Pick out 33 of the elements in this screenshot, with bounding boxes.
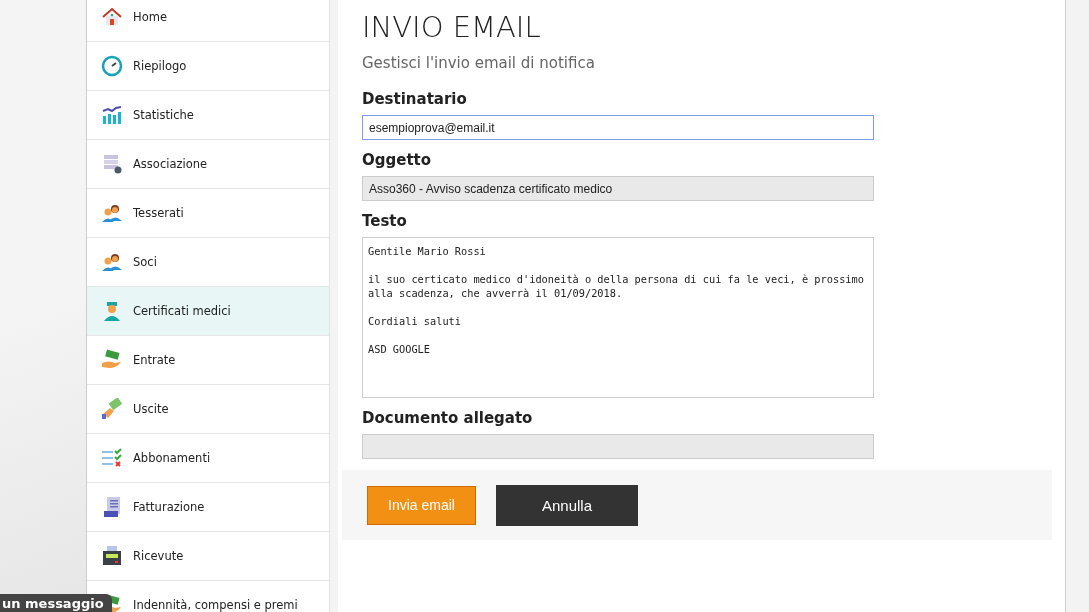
text-field[interactable]: esempioprova@email.it	[362, 115, 874, 140]
sidebar-item[interactable]: Uscite	[87, 385, 329, 434]
field-label: Destinatario	[362, 90, 468, 108]
chat-toast[interactable]: un messaggio	[0, 594, 112, 612]
document-icon	[101, 496, 123, 518]
field-label: Documento allegato	[362, 409, 534, 427]
sidebar-item[interactable]: Riepilogo	[87, 42, 329, 91]
sidebar-item[interactable]: Fatturazione	[87, 483, 329, 532]
sidebar-item[interactable]: Associazione	[87, 140, 329, 189]
money-hand-icon	[101, 349, 123, 371]
field-label: Testo	[362, 212, 408, 230]
sidebar-item[interactable]: Home	[87, 0, 329, 42]
doctor-icon	[101, 300, 123, 322]
list-gear-icon	[101, 153, 123, 175]
money-hand-icon	[101, 398, 123, 420]
cancel-button[interactable]: Annulla	[496, 484, 638, 526]
message-textarea[interactable]: Gentile Mario Rossi il suo certicato medico d'idoneità o della persona di cui fa le veci, è prossimo alla scadenza, che avverrà il 01/09/2018. Cordiali saluti ASD GOOGLE	[362, 237, 874, 398]
page-title: INVIO EMAIL	[362, 10, 542, 46]
house-icon	[101, 6, 123, 28]
chart-icon	[101, 104, 123, 126]
sidebar-item[interactable]: Entrate	[87, 336, 329, 385]
sidebar-item[interactable]: Certificati medici	[87, 287, 329, 336]
sidebar-item[interactable]: Statistiche	[87, 91, 329, 140]
checklist-icon	[101, 447, 123, 469]
sidebar-item[interactable]: Ricevute	[87, 532, 329, 581]
gauge-icon	[101, 55, 123, 77]
field-label: Oggetto	[362, 151, 433, 169]
people-icon	[101, 202, 123, 224]
cash-register-icon	[101, 545, 123, 567]
sidebar-item[interactable]: Tesserati	[87, 189, 329, 238]
people-icon	[101, 251, 123, 273]
sidebar-item[interactable]: Abbonamenti	[87, 434, 329, 483]
page-subtitle: Gestisci l'invio email di notifica	[362, 54, 596, 72]
